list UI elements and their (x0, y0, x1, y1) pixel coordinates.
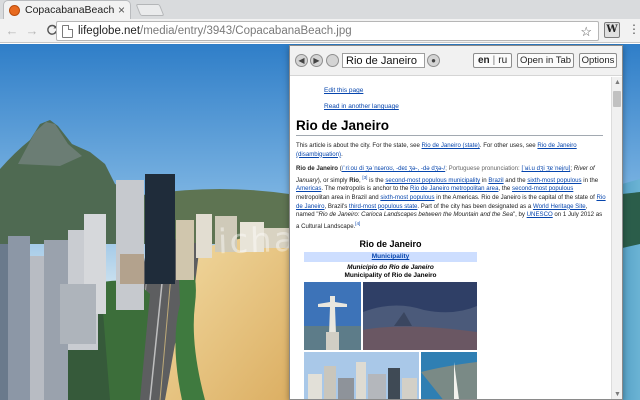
url-path: /media/entry/3943/CopacabanaBeach.jpg (140, 25, 352, 37)
citation[interactable]: [4] (355, 221, 360, 226)
language-toggle[interactable]: en | ru (473, 53, 513, 68)
popup-scrollbar[interactable]: ▲ ▼ (611, 77, 622, 399)
intro-link[interactable]: second-most populous (512, 185, 573, 192)
intro-italic: Rio de Janeiro: Carioca Landscapes betwe… (318, 211, 513, 219)
brand-favicon-icon (9, 4, 20, 16)
tab-strip: CopacabanaBeach.jpg (1... × (0, 0, 640, 19)
infobox: Rio de Janeiro Municipality Município do… (304, 239, 477, 399)
intro-text: . Part of the city has been designated a… (417, 202, 533, 210)
popup-back-icon[interactable]: ◀ (295, 54, 308, 67)
intro-link[interactable]: sixth-most populous (380, 194, 434, 201)
lang-ru[interactable]: ru (498, 55, 507, 66)
open-in-tab-button[interactable]: Open in Tab (517, 53, 574, 68)
intro-text: , the (498, 185, 513, 193)
scrollbar-thumb[interactable] (613, 91, 621, 107)
intro-paragraph: Rio de Janeiro (/ˈriːoʊ di ʒəˈnɛəroʊ, -d… (296, 165, 607, 231)
intro-link[interactable]: Brazil (488, 177, 503, 184)
star-icon[interactable]: ☆ (580, 24, 592, 40)
intro-link[interactable]: [ˈʁi.u dʒi ʒɐˈnejɾu] (521, 165, 570, 172)
intro-link[interactable]: sixth-most populous (527, 177, 581, 184)
popup-forward-icon[interactable]: ▶ (310, 54, 323, 67)
new-tab-button[interactable] (135, 4, 165, 16)
popup-toolbar: ◀ ▶ ● en | ru Open in Tab Options (290, 46, 622, 76)
intro-link[interactable]: third-most populous state (349, 203, 417, 210)
intro-link[interactable]: second-most populous municipality (385, 177, 480, 184)
tab-title: CopacabanaBeach.jpg (1... (25, 4, 115, 16)
url-host: lifeglobe.net (78, 25, 141, 37)
intro-bold: Rio de Janeiro (296, 165, 338, 173)
read-another-language-link[interactable]: Read in another language (324, 99, 611, 115)
search-go-icon[interactable]: ● (427, 54, 440, 67)
wikipedia-extension-icon[interactable]: W (604, 22, 620, 38)
intro-text: in the Americas. Rio de Janeiro is the c… (434, 194, 597, 201)
lang-separator: | (492, 55, 496, 66)
intro-text: ", by (512, 211, 527, 219)
intro-link[interactable]: World Heritage Site (533, 203, 586, 210)
hatnote-text: . (341, 150, 343, 158)
back-arrow-icon[interactable]: ← (2, 24, 22, 37)
intro-text: , Brazil's (324, 202, 349, 210)
infobox-title: Rio de Janeiro (359, 239, 422, 250)
infobox-native-name: Município do Rio de Janeiro (347, 264, 434, 272)
intro-text: . The metropolis is anchor to the (321, 185, 411, 193)
article-title: Rio de Janeiro (296, 118, 603, 136)
intro-bold: Rio (349, 176, 360, 184)
options-button[interactable]: Options (579, 53, 617, 68)
hatnote-link[interactable]: Rio de Janeiro (state) (422, 142, 480, 149)
hatnote: This article is about the city. For the … (296, 142, 607, 159)
intro-text: is the (367, 176, 386, 184)
hatnote-text: . For other uses, see (479, 142, 538, 149)
intro-text: and the (503, 176, 528, 184)
city-photo-collage[interactable] (304, 282, 477, 399)
infobox-english-name: Municipality of Rio de Janeiro (344, 272, 437, 280)
scroll-up-icon[interactable]: ▲ (614, 79, 621, 86)
page-icon (62, 24, 73, 38)
forward-arrow-icon[interactable]: → (22, 24, 42, 37)
intro-link[interactable]: Rio de Janeiro metropolitan area (410, 185, 498, 192)
page-viewport: ichaipa ◀ ▶ ● en | ru Open in Tab Option… (0, 44, 640, 400)
address-bar[interactable]: lifeglobe.net/media/entry/3943/Copacaban… (56, 21, 599, 41)
popup-nav-icon[interactable] (326, 54, 339, 67)
close-icon[interactable]: × (118, 4, 125, 16)
popup-search-input[interactable] (342, 53, 425, 68)
article-content: Edit this page Read in another language … (290, 77, 611, 399)
tab-active[interactable]: CopacabanaBeach.jpg (1... × (3, 0, 131, 19)
hatnote-text: This article is about the city. For the … (296, 142, 422, 149)
intro-text: ), or simply (317, 176, 350, 184)
edit-links: Edit this page Read in another language (296, 83, 611, 115)
browser-toolbar: ← → lifeglobe.net/media/entry/3943/Copac… (0, 19, 640, 43)
edit-page-link[interactable]: Edit this page (324, 83, 611, 99)
lang-en[interactable]: en (478, 55, 490, 66)
intro-text: in the (581, 176, 599, 184)
scroll-down-icon[interactable]: ▼ (614, 391, 621, 398)
wikipedia-popup: ◀ ▶ ● en | ru Open in Tab Options Edit t… (289, 45, 623, 400)
intro-text: metropolitan area in Brazil and (296, 194, 381, 201)
menu-icon[interactable]: ⋮ (628, 23, 640, 35)
intro-link[interactable]: /ˈriːoʊ di ʒəˈnɛəroʊ, -deɪ ʒə-, -də dʒə-… (342, 165, 445, 172)
intro-link[interactable]: Americas (296, 185, 321, 192)
infobox-subtitle-link[interactable]: Municipality (304, 252, 477, 263)
intro-link[interactable]: UNESCO (527, 211, 553, 218)
intro-text: ; Portuguese pronunciation: (445, 165, 522, 173)
